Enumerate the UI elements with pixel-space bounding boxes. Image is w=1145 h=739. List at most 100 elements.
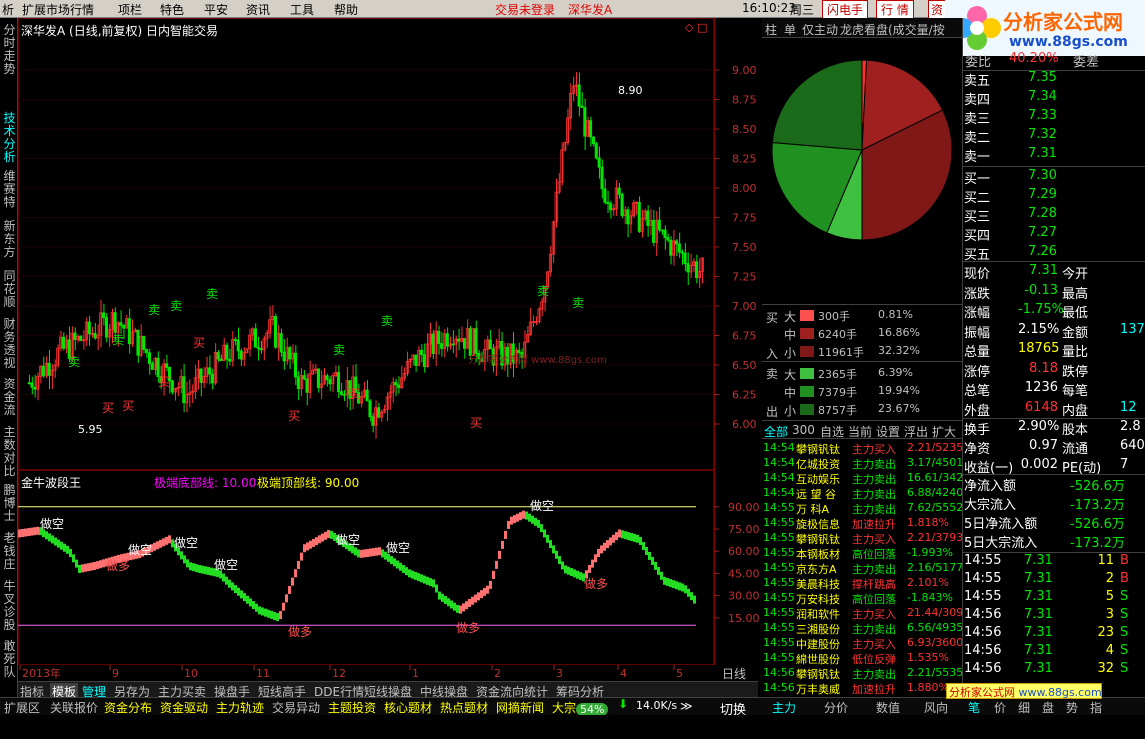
- weibi-value: 40.20%: [1009, 51, 1059, 66]
- status-hot-theme[interactable]: 热点题材: [440, 699, 488, 716]
- info-button[interactable]: 资: [928, 0, 947, 19]
- status-block[interactable]: 大宗: [552, 699, 576, 716]
- news-row[interactable]: 14:54 互动娱乐 主力卖出 16.61/342: [762, 471, 962, 486]
- tick-time: 14:56: [964, 607, 1002, 622]
- news-row[interactable]: 14:55 万 科A 主力卖出 7.62/5552: [762, 501, 962, 516]
- status-trade-anomaly[interactable]: 交易异动: [272, 699, 320, 716]
- news-stock: 美晨科技: [796, 578, 840, 591]
- news-row[interactable]: 14:55 中建股份 主力买入 6.93/3600: [762, 636, 962, 651]
- rtab-price2[interactable]: 价: [994, 699, 1006, 716]
- menu-item-top[interactable]: 项栏: [118, 1, 142, 18]
- candle-body: [474, 328, 478, 354]
- tab-diagnose[interactable]: 牛叉诊股: [2, 580, 17, 636]
- period-label[interactable]: 日线: [722, 665, 746, 682]
- news-row[interactable]: 14:56 万丰奥威 加速拉升 1.880%: [762, 681, 962, 696]
- news-row[interactable]: 14:54 亿城投资 主力卖出 3.17/4501: [762, 456, 962, 471]
- collapse-icon[interactable]: ≫: [680, 699, 693, 713]
- news-row[interactable]: 14:55 京东方A 主力卖出 2.16/5177: [762, 561, 962, 576]
- ind-segment: [441, 593, 444, 602]
- menu-item-pingan[interactable]: 平安: [204, 1, 228, 18]
- book-level-price: 7.26: [1028, 244, 1057, 259]
- status-theme-invest[interactable]: 主题投资: [328, 699, 376, 716]
- menu-item-tools[interactable]: 工具: [290, 1, 314, 18]
- tab-tech-analysis[interactable]: 技术分析: [2, 112, 17, 168]
- news-row[interactable]: 14:55 本钢板材 高位回落 -1.993%: [762, 546, 962, 561]
- menu-item-analysis[interactable]: 析: [2, 1, 14, 18]
- tab-compare[interactable]: 主数对比: [2, 426, 17, 482]
- net-speed: 14.0K/s: [636, 699, 678, 712]
- tab-finance[interactable]: 财务透视: [2, 318, 17, 374]
- status-ext-area[interactable]: 扩展区: [4, 699, 40, 716]
- news-row[interactable]: 14:55 润和软件 主力买入 21.44/309: [762, 606, 962, 621]
- news-row[interactable]: 14:56 攀钢钒钛 主力卖出 2.21/5535: [762, 666, 962, 681]
- news-row[interactable]: 14:54 远 望 谷 主力卖出 6.88/4240: [762, 486, 962, 501]
- book-level-label: 卖五: [964, 74, 991, 89]
- news-row[interactable]: 14:55 攀钢钒钛 主力买入 2.21/3793: [762, 531, 962, 546]
- tab-gansidui[interactable]: 敢死队: [2, 640, 17, 684]
- news-row[interactable]: 14:54 攀钢钒钛 主力买入 2.21/5235: [762, 441, 962, 456]
- tab-single[interactable]: 单: [784, 21, 796, 38]
- menu-item-news[interactable]: 资讯: [246, 1, 270, 18]
- status-web-news[interactable]: 网摘新闻: [496, 699, 544, 716]
- quote-button[interactable]: 行 情: [876, 0, 914, 19]
- menu-item-special[interactable]: 特色: [160, 1, 184, 18]
- quote-label-2: 最低: [1062, 306, 1089, 321]
- rtab-wind[interactable]: 风向: [924, 699, 948, 716]
- tab-xindongfang[interactable]: 新东方: [2, 220, 17, 264]
- tab-weisaite[interactable]: 维赛特: [2, 170, 17, 214]
- kline-ylabel: 7.75: [732, 212, 757, 225]
- rtab-trend[interactable]: 势: [1066, 699, 1078, 716]
- candle-body: [216, 352, 220, 360]
- status-linked-quote[interactable]: 关联报价: [50, 699, 98, 716]
- ind-segment: [519, 512, 522, 521]
- news-value: 16.61/342: [907, 471, 962, 484]
- rtab-main[interactable]: 主力: [772, 699, 796, 716]
- candle-body: [414, 354, 418, 366]
- ind-segment: [282, 602, 285, 611]
- status-core-theme[interactable]: 核心题材: [384, 699, 432, 716]
- news-row[interactable]: 14:55 旋极信息 加速拉升 1.818%: [762, 516, 962, 531]
- news-row[interactable]: 14:55 三湘股份 主力卖出 6.56/4935: [762, 621, 962, 636]
- watermark-banner-url: www.88gs.com: [1018, 686, 1102, 699]
- filter-300[interactable]: 300: [792, 423, 815, 437]
- quote-label: 涨停: [964, 364, 991, 380]
- news-row[interactable]: 14:55 万安科技 高位回落 -1.843%: [762, 591, 962, 606]
- flow-stat-label: 净流入额: [964, 479, 1017, 494]
- status-capital-drive[interactable]: 资金驱动: [160, 699, 208, 716]
- tab-pengboshi[interactable]: 鹏博士: [2, 484, 17, 528]
- ind-segment: [663, 576, 666, 585]
- quote-label: 现价: [964, 267, 991, 282]
- tab-timeshare[interactable]: 分时走势: [2, 24, 17, 104]
- rtab-index[interactable]: 指: [1090, 699, 1102, 716]
- tab-dragon-tiger[interactable]: 龙虎看盘(成交量/按: [840, 21, 960, 38]
- diamond-icon[interactable]: ◇ □: [685, 21, 707, 34]
- news-row[interactable]: 14:55 美晨科技 撑杆跳高 2.101%: [762, 576, 962, 591]
- quote-label: 总量: [964, 345, 991, 360]
- book-level-price: 7.33: [1028, 108, 1057, 123]
- menu-item-help[interactable]: 帮助: [334, 1, 358, 18]
- tab-capital-flow[interactable]: 资金流: [2, 378, 17, 422]
- ind-segment: [594, 554, 597, 563]
- ind-segment: [360, 549, 363, 558]
- kline-chart[interactable]: 9.00 8.75 8.50 8.25 8.00 7.75 7.50 7.25 7.00 6.75…: [18, 40, 762, 470]
- flash-trade-button[interactable]: 闪电手: [822, 0, 869, 19]
- rtab-detail[interactable]: 细: [1018, 699, 1030, 716]
- news-row[interactable]: 14:55 綿世股份 低位反弹 1.535%: [762, 651, 962, 666]
- rtab-value[interactable]: 数值: [876, 699, 900, 716]
- indicator-chart[interactable]: 90.0075.0060.0045.0030.0015.00做空做空 做空做空做空…: [18, 470, 762, 665]
- ind-segment: [285, 594, 288, 603]
- tab-bar[interactable]: 柱: [765, 21, 777, 38]
- trade-status[interactable]: 交易未登录: [495, 1, 555, 18]
- menu-item-ext-market[interactable]: 扩展市场行情: [22, 1, 94, 18]
- status-main-track[interactable]: 主力轨迹: [216, 699, 264, 716]
- rtab-price[interactable]: 分价: [824, 699, 848, 716]
- status-capital-dist[interactable]: 资金分布: [104, 699, 152, 716]
- tab-tonghuashun[interactable]: 同花顺: [2, 270, 17, 314]
- rtab-book[interactable]: 盘: [1042, 699, 1054, 716]
- candle-body: [440, 343, 444, 349]
- ind-segment: [27, 528, 30, 537]
- tab-laoqianzhuang[interactable]: 老钱庄: [2, 532, 17, 576]
- x-label: 1: [412, 667, 419, 680]
- tab-active-only[interactable]: 仅主动: [802, 21, 838, 38]
- rtab-tick[interactable]: 笔: [968, 699, 980, 716]
